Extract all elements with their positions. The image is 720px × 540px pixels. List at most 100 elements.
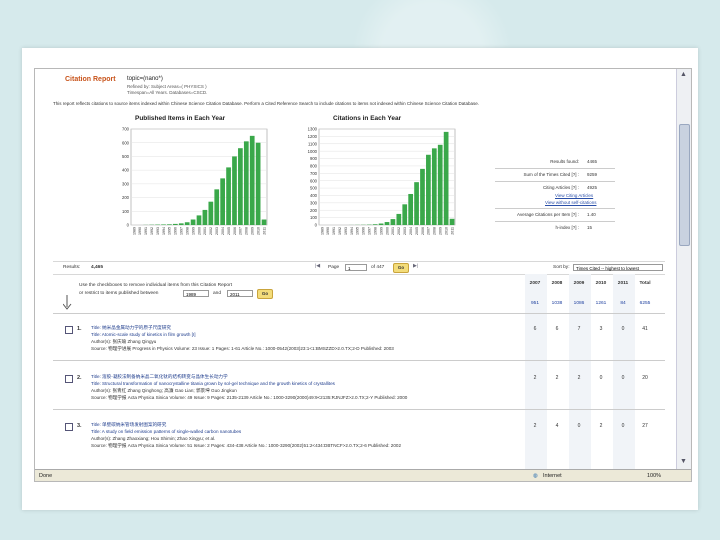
browser-window: Citation Report topic=(nano*) Refined by… <box>34 68 692 482</box>
x-tick-label: 1999 <box>191 227 195 235</box>
record-count: 2 <box>555 375 559 381</box>
y-tick-label: 600 <box>310 178 318 183</box>
bar <box>178 223 184 225</box>
zoom-level[interactable]: 100% <box>647 470 661 481</box>
scroll-up-icon[interactable]: ▲ <box>679 70 688 79</box>
x-tick-label: 2006 <box>421 227 425 235</box>
timespan-text: Timespan=All Years. Databases=CSCD. <box>127 90 208 95</box>
y-tick-label: 200 <box>310 208 318 213</box>
sort-select[interactable]: Times Cited -- highest to lowest <box>573 264 663 271</box>
next-page-icon[interactable]: ▶| <box>413 264 418 269</box>
record-title-cn[interactable]: Title: 纳米晶金属动力学的原子尺度研究 <box>91 325 171 331</box>
record-count: 0 <box>599 375 603 381</box>
results-label: Results: <box>63 265 81 270</box>
bar <box>255 142 261 225</box>
view-citing-link[interactable]: View Citing Articles <box>555 193 593 198</box>
filter-go-button[interactable]: Go <box>257 289 273 299</box>
page-go-button[interactable]: Go <box>393 263 409 273</box>
divider <box>53 360 665 361</box>
results-count: 4,465 <box>91 265 104 270</box>
divider <box>495 221 615 222</box>
vertical-scrollbar[interactable]: ▲ ▼ <box>676 69 691 469</box>
year-header: 2008 <box>551 281 563 286</box>
record-checkbox[interactable] <box>65 375 73 383</box>
y-tick-label: 800 <box>310 164 318 169</box>
record-count: 0 <box>621 375 625 381</box>
record-authors: Author(s): 张庆瑜 Zhang Qingyu <box>91 339 157 344</box>
record-count: 2 <box>533 423 537 429</box>
x-tick-label: 1995 <box>168 227 172 235</box>
record-count: 4 <box>555 423 559 429</box>
year-total[interactable]: 84 <box>613 301 633 306</box>
h-index-label: h-index [?] : <box>555 225 579 230</box>
record-count: 0 <box>621 423 625 429</box>
y-tick-label: 300 <box>122 181 130 186</box>
record-title-cn[interactable]: Title: 单壁碳纳米管场发射图案的研究 <box>91 422 166 428</box>
bar <box>249 135 255 225</box>
bar <box>431 148 437 225</box>
x-tick-label: 2000 <box>385 227 389 235</box>
record-title[interactable]: Title: A study on field emission pattern… <box>91 429 241 434</box>
year-total[interactable]: 1261 <box>591 301 611 306</box>
y-tick-label: 0 <box>315 223 318 228</box>
published-items-svg: 70060050040030020010001989 1990 1991 1992 19… <box>122 127 268 235</box>
record-total: 20 <box>642 375 648 381</box>
record-authors: Author(s): Zhang Zhaoxiang; Hou Shimin; … <box>91 436 216 441</box>
page-input[interactable]: 1 <box>345 264 367 271</box>
y-tick-label: 100 <box>310 215 318 220</box>
y-tick-label: 1200 <box>308 134 318 139</box>
x-tick-label: 1996 <box>362 227 366 235</box>
bar <box>420 168 425 225</box>
y-tick-label: 500 <box>122 154 130 159</box>
results-found-value: 4465 <box>587 159 598 164</box>
year-total[interactable]: 951 <box>525 301 545 306</box>
x-tick-label: 1999 <box>379 227 383 235</box>
page-title: Citation Report <box>65 76 116 83</box>
year-header: 2009 <box>573 281 585 286</box>
record-checkbox[interactable] <box>65 423 73 431</box>
y-tick-label: 300 <box>310 200 318 205</box>
record-source: Source: 物理学进展 Progress in Physics Volume… <box>91 346 394 351</box>
x-tick-label: 1990 <box>138 227 142 235</box>
x-tick-label: 1997 <box>368 227 372 235</box>
x-tick-label: 1995 <box>356 227 360 235</box>
results-found-label: Results found: <box>550 159 579 164</box>
y-tick-label: 400 <box>310 193 318 198</box>
year-total[interactable]: 1038 <box>547 301 567 306</box>
first-page-icon[interactable]: |◀ <box>315 264 320 269</box>
bar <box>214 189 220 225</box>
view-without-self-link[interactable]: View without self-citations <box>545 200 596 205</box>
grand-total[interactable]: 6255 <box>635 301 655 306</box>
record-title-cn[interactable]: Title: 溶胶-凝胶法制备纳米晶二氧化钛的结构转变与晶体生长动力学 <box>91 374 228 380</box>
record-checkbox[interactable] <box>65 326 73 334</box>
h-index-value: 15 <box>587 225 593 230</box>
record-title[interactable]: Title: Atomic-scale study of kinetics in… <box>91 332 196 337</box>
year-header: 2010 <box>595 281 607 286</box>
record-count: 3 <box>599 326 603 332</box>
x-tick-label: 2004 <box>221 227 225 235</box>
from-year-select[interactable]: 1989 <box>183 290 209 297</box>
x-tick-label: 2008 <box>433 227 437 235</box>
record-count: 0 <box>621 326 625 332</box>
record-count: 7 <box>577 326 581 332</box>
record-title[interactable]: Title: Structural transformation of nano… <box>91 381 335 386</box>
and-label: and <box>213 291 222 296</box>
scroll-thumb[interactable] <box>679 124 690 246</box>
results-bar: Results: 4,465 |◀ Page 1 of 447 Go ▶| So… <box>53 261 665 275</box>
sum-cited-label: Sum of the Times Cited [?] : <box>523 172 579 177</box>
to-year-select[interactable]: 2011 <box>227 290 253 297</box>
x-tick-label: 2007 <box>427 227 431 235</box>
citing-articles-label: Citing Articles [?] : <box>542 185 579 190</box>
x-tick-label: 1998 <box>185 227 189 235</box>
bar <box>238 148 243 225</box>
record-source: Source: 物理学报 Acta Physica Sinica Volume:… <box>91 395 408 400</box>
bar <box>402 204 408 225</box>
x-tick-label: 1989 <box>320 227 324 235</box>
scroll-down-icon[interactable]: ▼ <box>679 457 688 466</box>
record-number: 3. <box>77 423 82 429</box>
x-tick-label: 1991 <box>332 227 336 235</box>
avg-citations-value: 1.40 <box>587 212 596 217</box>
year-total[interactable]: 1086 <box>569 301 589 306</box>
y-tick-label: 500 <box>310 186 318 191</box>
x-tick-label: 1996 <box>174 227 178 235</box>
